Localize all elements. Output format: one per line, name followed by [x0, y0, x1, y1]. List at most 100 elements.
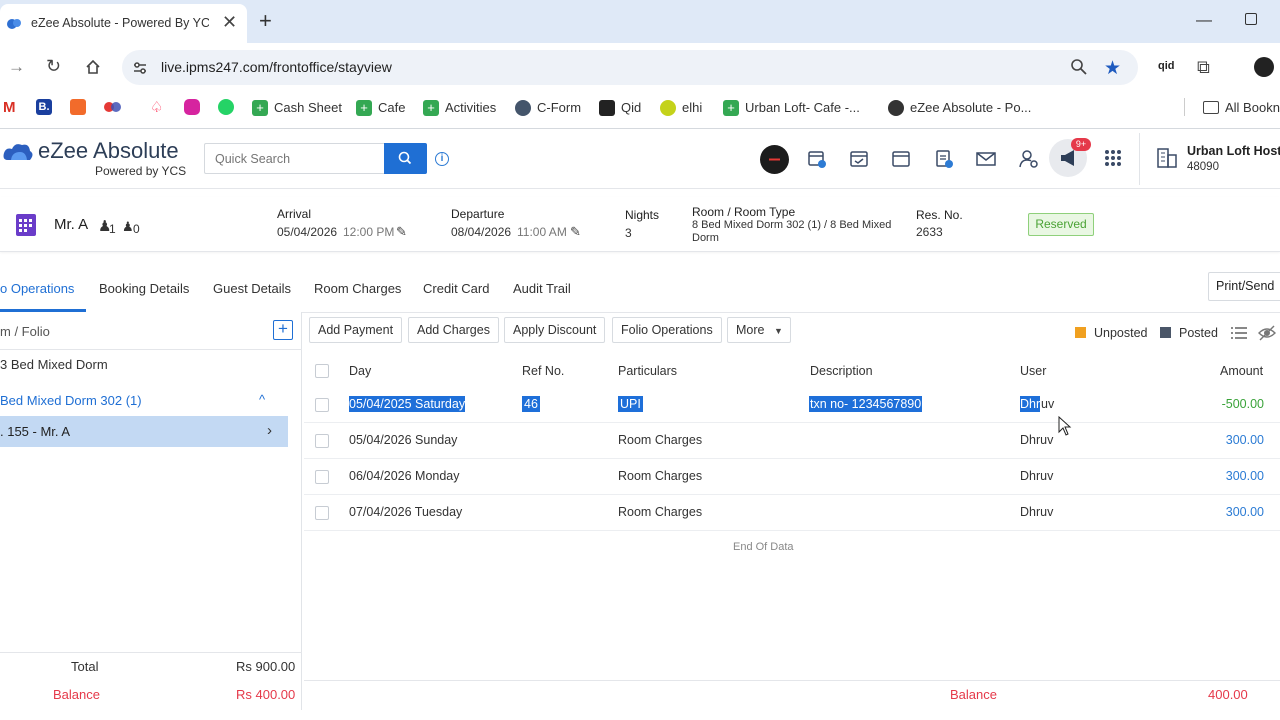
restore-icon[interactable] [1245, 13, 1257, 25]
minimize-icon[interactable]: — [1196, 12, 1212, 30]
tree-folio-label[interactable]: . 155 - Mr. A [0, 424, 70, 439]
row-particulars: Room Charges [618, 469, 703, 483]
departure-label: Departure [451, 207, 505, 221]
tab-credit-card[interactable]: Credit Card [423, 281, 489, 296]
guest-name[interactable]: Mr. A [54, 216, 88, 233]
select-all-checkbox[interactable] [315, 364, 329, 378]
orange-app-bookmark-icon[interactable] [70, 99, 86, 115]
user-settings-icon[interactable] [1018, 148, 1040, 170]
airbnb-bookmark-icon[interactable]: ♤ [150, 98, 163, 116]
bookmark-elhi[interactable]: elhi [660, 99, 702, 116]
tab-close-icon[interactable]: ✕ [222, 12, 237, 33]
row-checkbox[interactable] [315, 506, 329, 520]
tab-audit-trail[interactable]: Audit Trail [513, 281, 571, 296]
tree-divider [0, 349, 302, 350]
res-no-label: Res. No. [916, 208, 963, 222]
row-particulars: Room Charges [618, 433, 703, 447]
tree-room[interactable]: Bed Mixed Dorm 302 (1) [0, 393, 142, 408]
row-particulars: Room Charges [618, 505, 703, 519]
booking-bookmark-icon[interactable]: B. [36, 99, 52, 115]
app-grid-icon[interactable] [1104, 149, 1122, 167]
property-name[interactable]: Urban Loft Hoste [1187, 144, 1280, 158]
res-no-value: 2633 [916, 225, 943, 239]
row-checkbox[interactable] [315, 398, 329, 412]
calendar-icon[interactable] [890, 148, 912, 170]
folio-operations-button[interactable]: Folio Operations [612, 317, 722, 343]
home-icon[interactable] [84, 58, 102, 76]
mouse-cursor-icon [1058, 415, 1072, 436]
add-folio-button[interactable]: + [273, 320, 293, 340]
header-ref-no: Ref No. [522, 364, 565, 378]
tab-label-folio-operations[interactable]: o Operations [0, 281, 74, 296]
tab-guest-details[interactable]: Guest Details [213, 281, 291, 296]
gmail-bookmark-icon[interactable]: M [3, 99, 16, 116]
info-icon[interactable]: i [435, 152, 449, 166]
header-divider [1139, 133, 1140, 185]
row-ref: 46 [522, 396, 540, 412]
tree-room-type[interactable]: 3 Bed Mixed Dorm [0, 357, 108, 372]
list-view-icon[interactable] [1230, 325, 1248, 341]
bookmark-qid[interactable]: Qid [599, 99, 641, 116]
bookmark-label: Cash Sheet [274, 100, 342, 115]
qid-icon [599, 99, 615, 116]
browser-tab[interactable]: eZee Absolute - Powered By YC ✕ [0, 4, 247, 43]
add-payment-button[interactable]: Add Payment [309, 317, 403, 343]
row-user-selected: Dhr [1020, 396, 1041, 412]
row-checkbox[interactable] [315, 470, 329, 484]
footer-balance-value: 400.00 [1208, 687, 1248, 702]
bookmark-star-icon[interactable]: ★ [1104, 57, 1121, 80]
row-description: txn no- 1234567890 [809, 396, 923, 412]
bookmark-label: eZee Absolute - Po... [910, 100, 1032, 115]
tab-booking-details[interactable]: Booking Details [99, 281, 189, 296]
profile-avatar[interactable] [1254, 57, 1274, 77]
calendar-add-icon[interactable] [806, 148, 828, 170]
add-charges-button[interactable]: Add Charges [408, 317, 499, 343]
bookmark-cash-sheet[interactable]: + Cash Sheet [252, 99, 342, 116]
site-settings-icon[interactable] [131, 59, 149, 77]
nights-label: Nights [625, 208, 660, 222]
forward-icon[interactable]: → [8, 57, 25, 77]
tab-room-charges[interactable]: Room Charges [314, 281, 401, 296]
invoice-icon[interactable] [933, 148, 955, 170]
new-tab-button[interactable]: + [259, 8, 272, 34]
bookmark-cafe[interactable]: + Cafe [356, 99, 405, 116]
timer-circle-icon[interactable] [760, 145, 789, 174]
reload-icon[interactable]: ↻ [46, 56, 61, 77]
globe-icon [515, 99, 531, 116]
bookmark-c-form[interactable]: C-Form [515, 99, 581, 116]
building-icon[interactable] [1155, 146, 1179, 170]
chevron-right-icon[interactable]: › [267, 422, 272, 439]
ezee-favicon-icon [6, 15, 22, 31]
edit-arrival-icon[interactable]: ✎ [396, 224, 407, 240]
property-id: 48090 [1187, 161, 1219, 173]
instagram-bookmark-icon[interactable] [184, 99, 200, 115]
apply-discount-button[interactable]: Apply Discount [504, 317, 606, 343]
qid-extension-icon[interactable]: qid [1158, 60, 1175, 72]
url-text[interactable]: live.ipms247.com/frontoffice/stayview [161, 59, 392, 75]
mail-icon[interactable] [975, 149, 997, 169]
logo-subtitle: Powered by YCS [95, 164, 187, 178]
bookmark-activities[interactable]: + Activities [423, 99, 496, 116]
all-bookmarks[interactable]: All Bookn [1203, 99, 1280, 116]
bookmark-urban-loft-cafe[interactable]: + Urban Loft- Cafe -... [723, 99, 860, 116]
row-checkbox[interactable] [315, 434, 329, 448]
room-type-value-line1: 8 Bed Mixed Dorm 302 (1) / 8 Bed Mixed [692, 219, 892, 231]
zoom-icon[interactable] [1070, 58, 1088, 76]
collapse-chevron-icon[interactable]: ^ [259, 392, 265, 407]
folio-tree-header: m / Folio [0, 324, 50, 339]
ezee-logo-icon[interactable] [2, 140, 34, 164]
whatsapp-bookmark-icon[interactable] [218, 99, 234, 115]
colored-dots-bookmark-icon[interactable] [104, 100, 122, 114]
hide-eye-icon[interactable] [1257, 324, 1277, 342]
edit-departure-icon[interactable]: ✎ [570, 224, 581, 240]
more-dropdown[interactable]: More ▼ [727, 317, 791, 343]
nights-value: 3 [625, 226, 632, 240]
calendar-check-icon[interactable] [848, 148, 870, 170]
search-button[interactable] [384, 143, 427, 174]
print-send-button[interactable]: Print/Send [1208, 272, 1280, 301]
sheets-icon: + [423, 99, 439, 116]
bookmark-ezee-absolute[interactable]: eZee Absolute - Po... [888, 99, 1031, 116]
folio-icon[interactable] [14, 212, 38, 238]
quick-search-input[interactable] [204, 143, 384, 174]
extensions-icon[interactable]: ⧉ [1197, 57, 1210, 78]
